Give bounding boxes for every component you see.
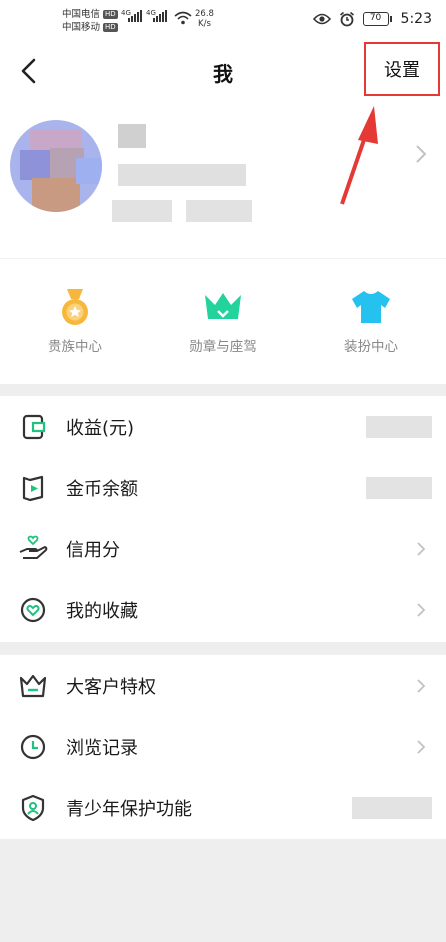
youth-status-pixelated bbox=[352, 796, 432, 819]
menu-label: 我的收藏 bbox=[66, 600, 138, 622]
menu-label: 信用分 bbox=[66, 539, 120, 561]
crown-outline-icon bbox=[19, 674, 47, 697]
action-label: 贵族中心 bbox=[48, 339, 102, 355]
clock-time: 5:23 bbox=[400, 11, 432, 27]
status-right: 70 5:23 bbox=[312, 11, 432, 27]
action-label: 装扮中心 bbox=[344, 339, 398, 355]
menu-group-2: 大客户特权 浏览记录 青少年保护功能 bbox=[0, 655, 446, 839]
settings-button[interactable]: 设置 bbox=[364, 42, 440, 96]
menu-item-browsing-history[interactable]: 浏览记录 bbox=[0, 716, 446, 777]
carrier-info: 中国电信 HD 中国移动 HD bbox=[62, 8, 118, 34]
quick-actions: 贵族中心 勋章与座驾 装扮中心 bbox=[0, 258, 446, 384]
clock-icon bbox=[20, 734, 46, 759]
speed-value: 26.8 bbox=[195, 9, 214, 19]
menu-label: 大客户特权 bbox=[66, 676, 156, 698]
menu-label: 青少年保护功能 bbox=[66, 798, 192, 820]
menu-item-credit-score[interactable]: 信用分 bbox=[0, 518, 446, 579]
menu-item-favorites[interactable]: 我的收藏 bbox=[0, 579, 446, 640]
menu-group-1: 收益(元) 金币余额 信用分 我的收藏 bbox=[0, 396, 446, 642]
follow-count-pixelated bbox=[112, 200, 172, 222]
chevron-right-icon bbox=[417, 678, 426, 693]
crown-icon bbox=[205, 293, 241, 319]
settings-label: 设置 bbox=[384, 60, 420, 81]
coin-value-pixelated bbox=[366, 476, 432, 499]
tshirt-icon bbox=[352, 291, 390, 323]
favorite-icon bbox=[20, 597, 46, 622]
nickname-pixelated bbox=[118, 124, 146, 148]
menu-item-vip-privileges[interactable]: 大客户特权 bbox=[0, 655, 446, 716]
medal-icon bbox=[62, 289, 88, 325]
battery-indicator: 70 bbox=[362, 12, 392, 26]
carrier-2: 中国移动 bbox=[62, 22, 101, 33]
menu-item-earnings[interactable]: 收益(元) bbox=[0, 396, 446, 457]
menu-item-youth-protection[interactable]: 青少年保护功能 bbox=[0, 777, 446, 838]
hd-badge-2: HD bbox=[103, 23, 118, 32]
user-id-pixelated bbox=[118, 164, 246, 186]
eye-icon bbox=[312, 13, 331, 25]
action-noble-center[interactable]: 贵族中心 bbox=[15, 287, 135, 355]
wifi-icon bbox=[174, 11, 192, 25]
carrier-1: 中国电信 bbox=[62, 9, 101, 20]
status-bar: 中国电信 HD 中国移动 HD 4G 4G 26.8 K/s 70 5:23 bbox=[0, 0, 446, 40]
top-nav-bar: 我 设置 bbox=[0, 40, 446, 104]
action-label: 勋章与座驾 bbox=[189, 339, 257, 355]
shield-user-icon bbox=[21, 794, 45, 821]
menu-label: 金币余额 bbox=[66, 478, 138, 500]
signal-icon bbox=[128, 10, 142, 22]
action-dressup-center[interactable]: 装扮中心 bbox=[311, 287, 431, 355]
menu-label: 浏览记录 bbox=[66, 737, 138, 759]
earnings-value-pixelated bbox=[366, 415, 432, 438]
alarm-icon bbox=[339, 11, 354, 27]
network-speed: 26.8 K/s bbox=[195, 9, 214, 29]
coin-book-icon bbox=[22, 475, 44, 501]
chevron-right-icon bbox=[416, 145, 427, 163]
fans-count-pixelated bbox=[186, 200, 252, 222]
hd-badge-1: HD bbox=[103, 10, 118, 19]
menu-label: 收益(元) bbox=[66, 417, 135, 439]
wallet-icon bbox=[22, 414, 46, 439]
action-medals-vehicles[interactable]: 勋章与座驾 bbox=[163, 287, 283, 355]
avatar[interactable] bbox=[10, 120, 102, 212]
profile-page: 中国电信 HD 中国移动 HD 4G 4G 26.8 K/s 70 5:23 我… bbox=[0, 0, 446, 942]
chevron-right-icon bbox=[417, 739, 426, 754]
credit-hand-icon bbox=[19, 535, 48, 559]
speed-unit: K/s bbox=[198, 19, 211, 29]
annotation-arrow-icon bbox=[340, 106, 378, 205]
signal-icon-2 bbox=[153, 10, 167, 22]
chevron-right-icon bbox=[417, 602, 426, 617]
menu-item-coin-balance[interactable]: 金币余额 bbox=[0, 457, 446, 518]
chevron-right-icon bbox=[417, 541, 426, 556]
